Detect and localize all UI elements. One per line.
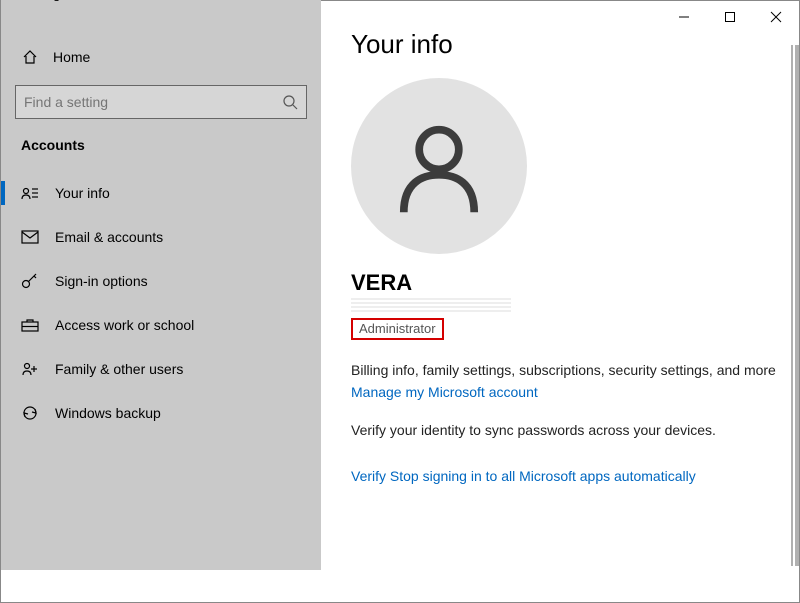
nav-label: Sign-in options	[55, 273, 148, 289]
nav-signin-options[interactable]: Sign-in options	[1, 259, 321, 303]
search-icon	[282, 94, 298, 110]
nav-email-accounts[interactable]: Email & accounts	[1, 215, 321, 259]
manage-account-link[interactable]: Manage my Microsoft account	[351, 384, 538, 400]
avatar	[351, 78, 527, 254]
nav-family-users[interactable]: Family & other users	[1, 347, 321, 391]
nav-label: Family & other users	[55, 361, 183, 377]
user-icon	[384, 111, 494, 221]
username: VERA	[351, 270, 799, 296]
key-icon	[21, 273, 39, 289]
redacted-email	[351, 298, 511, 312]
nav-access-work-school[interactable]: Access work or school	[1, 303, 321, 347]
search-box[interactable]	[15, 85, 307, 119]
verify-link[interactable]: Verify	[351, 468, 386, 484]
window-body: Settings Home Accounts	[1, 1, 799, 570]
home-label: Home	[53, 49, 90, 65]
settings-window: Settings Home Accounts	[0, 0, 800, 603]
nav-label: Windows backup	[55, 405, 161, 421]
briefcase-icon	[21, 318, 39, 332]
section-heading: Accounts	[1, 137, 321, 153]
back-button[interactable]	[1, 0, 17, 1]
home-nav[interactable]: Home	[1, 37, 321, 77]
role-label: Administrator	[359, 321, 436, 336]
mail-icon	[21, 230, 39, 244]
scrollbar-track	[791, 45, 793, 566]
maximize-button[interactable]	[707, 1, 753, 33]
nav-label: Access work or school	[55, 317, 194, 333]
window-title: Settings	[17, 0, 68, 1]
person-card-icon	[21, 185, 39, 201]
home-icon	[21, 49, 39, 65]
nav-windows-backup[interactable]: Windows backup	[1, 391, 321, 435]
minimize-button[interactable]	[661, 1, 707, 33]
nav-label: Your info	[55, 185, 110, 201]
people-icon	[21, 361, 39, 377]
page-heading: Your info	[351, 29, 799, 60]
window-controls	[661, 1, 799, 33]
close-button[interactable]	[753, 1, 799, 33]
billing-text: Billing info, family settings, subscript…	[351, 362, 799, 378]
sidebar: Settings Home Accounts	[1, 0, 321, 570]
verify-text: Verify your identity to sync passwords a…	[351, 422, 799, 438]
nav-your-info[interactable]: Your info	[1, 171, 321, 215]
search-input[interactable]	[24, 94, 282, 110]
stop-signin-link[interactable]: Stop signing in to all Microsoft apps au…	[390, 468, 696, 484]
nav-label: Email & accounts	[55, 229, 163, 245]
content-area: Your info VERA Administrator Billing inf…	[321, 1, 799, 570]
scrollbar[interactable]	[795, 45, 799, 566]
role-highlight: Administrator	[351, 318, 444, 340]
sync-icon	[21, 405, 39, 421]
